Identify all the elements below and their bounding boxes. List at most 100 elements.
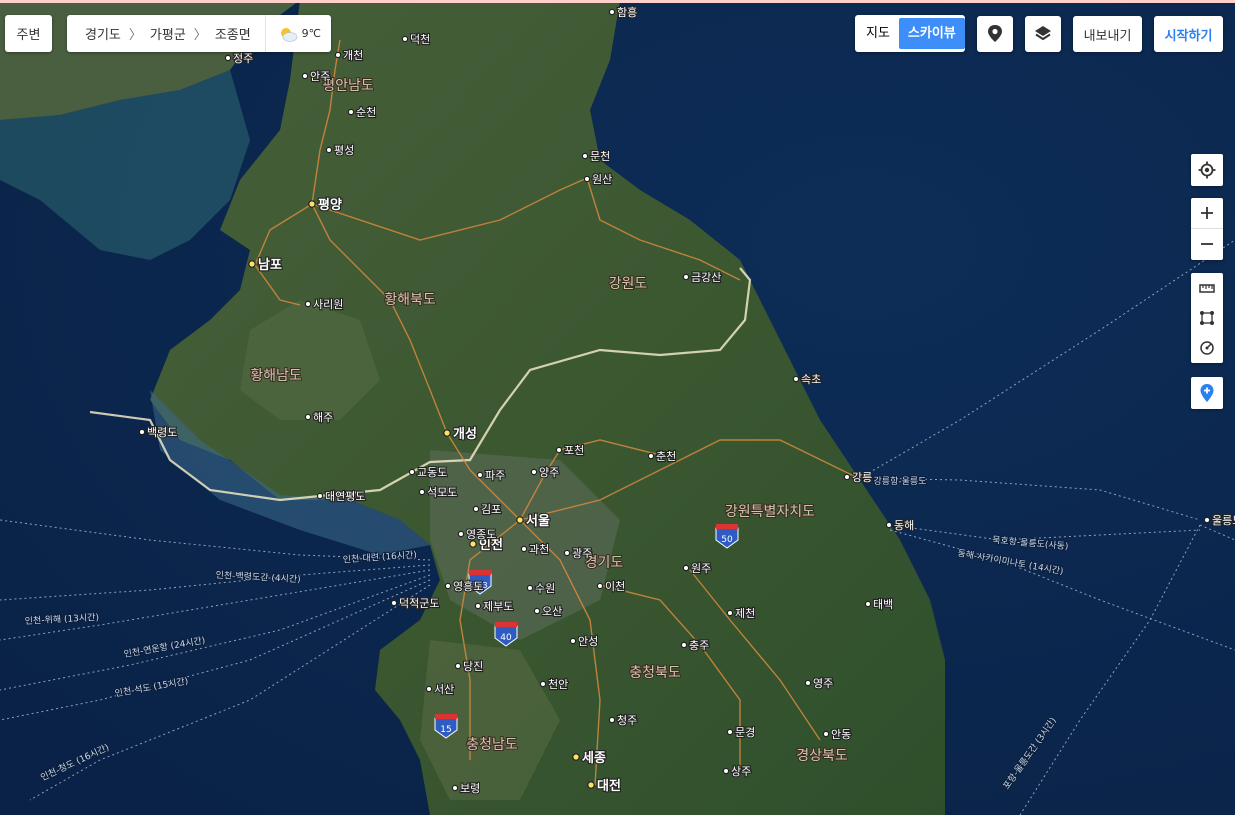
city-dot bbox=[680, 641, 688, 649]
city-dot bbox=[1203, 516, 1211, 524]
current-location-icon bbox=[1198, 161, 1216, 179]
nearby-button[interactable]: 주변 bbox=[5, 15, 52, 52]
zoom-in-icon bbox=[1201, 207, 1213, 219]
city-label: 안성 bbox=[578, 635, 598, 648]
map-pin-icon bbox=[988, 25, 1002, 42]
city-dot bbox=[726, 728, 734, 736]
city-dot bbox=[608, 8, 616, 16]
nearby-label: 주변 bbox=[16, 28, 41, 43]
city-label: 대전 bbox=[597, 778, 621, 794]
city-label: 과천 bbox=[529, 542, 549, 556]
partly-cloudy-icon bbox=[280, 27, 298, 42]
start-button[interactable]: 시작하기 bbox=[1154, 16, 1223, 52]
city-dot bbox=[408, 468, 416, 476]
city-label: 강릉 bbox=[852, 471, 872, 484]
add-pin-button[interactable] bbox=[1191, 377, 1223, 409]
region-label: 강원특별자치도 bbox=[725, 504, 815, 520]
city-dot bbox=[457, 530, 465, 538]
city-label: 보령 bbox=[460, 782, 480, 795]
svg-text:15: 15 bbox=[440, 725, 451, 735]
weather-widget[interactable]: 9℃ bbox=[264, 15, 331, 52]
city-label: 김포 bbox=[481, 503, 501, 516]
city-dot bbox=[444, 582, 452, 590]
export-button[interactable]: 내보내기 bbox=[1073, 16, 1142, 52]
city-label: 청주 bbox=[617, 714, 637, 727]
layers-icon bbox=[1035, 26, 1051, 41]
area-icon bbox=[1200, 311, 1214, 325]
map-type-switch: 지도 스카이뷰 bbox=[855, 15, 965, 52]
zoom-control bbox=[1191, 198, 1223, 260]
satellite-map[interactable]: 50 153 40 15 평안남도 황해북도 강원도 황해남도 강원특별자치도 … bbox=[0, 0, 1235, 815]
city-dot bbox=[304, 300, 312, 308]
city-dot bbox=[608, 716, 616, 724]
city-dot bbox=[472, 505, 480, 513]
city-dot bbox=[454, 662, 462, 670]
city-dot bbox=[533, 607, 541, 615]
ruler-button[interactable] bbox=[1191, 273, 1223, 303]
city-label: 파주 bbox=[485, 469, 505, 482]
city-label: 백령도 bbox=[147, 426, 177, 439]
city-dot bbox=[390, 599, 398, 607]
city-dot bbox=[443, 429, 451, 437]
breadcrumb-town[interactable]: 조종면 bbox=[207, 24, 251, 43]
city-dot bbox=[822, 730, 830, 738]
city-dot bbox=[308, 200, 316, 208]
map-type-map[interactable]: 지도 bbox=[857, 18, 899, 49]
city-label: 포천 bbox=[564, 443, 584, 457]
city-dot bbox=[682, 273, 690, 281]
svg-text:40: 40 bbox=[500, 633, 512, 643]
city-dot bbox=[425, 685, 433, 693]
region-label: 황해남도 bbox=[250, 368, 302, 384]
radius-button[interactable] bbox=[1191, 333, 1223, 363]
ruler-icon bbox=[1199, 284, 1215, 293]
city-label: 울릉도 bbox=[1212, 514, 1235, 527]
city-dot bbox=[647, 452, 655, 460]
area-button[interactable] bbox=[1191, 303, 1223, 333]
city-dot bbox=[325, 146, 333, 154]
place-pin-button[interactable] bbox=[977, 16, 1013, 52]
city-label: 이천 bbox=[605, 579, 625, 593]
breadcrumb-province[interactable]: 경기도 bbox=[67, 24, 121, 43]
start-label: 시작하기 bbox=[1164, 28, 1213, 44]
city-minor[interactable]: 덕적군도 bbox=[390, 596, 441, 611]
city-label: 영흥도 bbox=[453, 579, 483, 593]
city-dot bbox=[726, 609, 734, 617]
city-dot bbox=[334, 51, 342, 59]
zoom-out-icon bbox=[1201, 243, 1213, 245]
city-dot bbox=[451, 784, 459, 792]
city-label: 속초 bbox=[801, 373, 821, 386]
city-dot bbox=[418, 488, 426, 496]
route-label: 강릉항-울릉도 bbox=[874, 476, 927, 487]
city-dot bbox=[792, 375, 800, 383]
city-label: 세종 bbox=[582, 751, 606, 766]
zoom-in-button[interactable] bbox=[1191, 198, 1223, 229]
region-label: 강원도 bbox=[609, 276, 648, 292]
city-label: 제천 bbox=[735, 606, 755, 620]
city-label: 천안 bbox=[548, 677, 568, 691]
city-label: 석모도 bbox=[427, 486, 457, 499]
city-label: 평성 bbox=[334, 144, 354, 157]
current-location-button[interactable] bbox=[1191, 154, 1223, 186]
city-label: 동해 bbox=[894, 518, 914, 532]
city-label: 당진 bbox=[463, 660, 483, 673]
city-label: 오산 bbox=[542, 605, 562, 618]
city-label: 태백 bbox=[873, 598, 893, 611]
zoom-out-button[interactable] bbox=[1191, 229, 1223, 259]
city-dot bbox=[572, 753, 580, 761]
city-dot bbox=[474, 602, 482, 610]
city-minor[interactable]: 대연평도 bbox=[316, 489, 367, 504]
breadcrumb-county[interactable]: 가평군 bbox=[142, 24, 186, 43]
weather-temp: 9℃ bbox=[301, 27, 321, 40]
city-dot bbox=[596, 582, 604, 590]
city-dot bbox=[864, 600, 872, 608]
city-label: 춘천 bbox=[656, 449, 676, 463]
city-dot bbox=[301, 72, 309, 80]
city-dot bbox=[316, 492, 324, 500]
city-dot bbox=[587, 781, 595, 789]
layers-button[interactable] bbox=[1025, 16, 1061, 52]
city-label: 문경 bbox=[735, 726, 755, 739]
city-label: 덕천 bbox=[410, 32, 430, 46]
map-type-skyview[interactable]: 스카이뷰 bbox=[898, 18, 965, 49]
region-label: 충청남도 bbox=[466, 737, 518, 753]
city-dot bbox=[569, 637, 577, 645]
